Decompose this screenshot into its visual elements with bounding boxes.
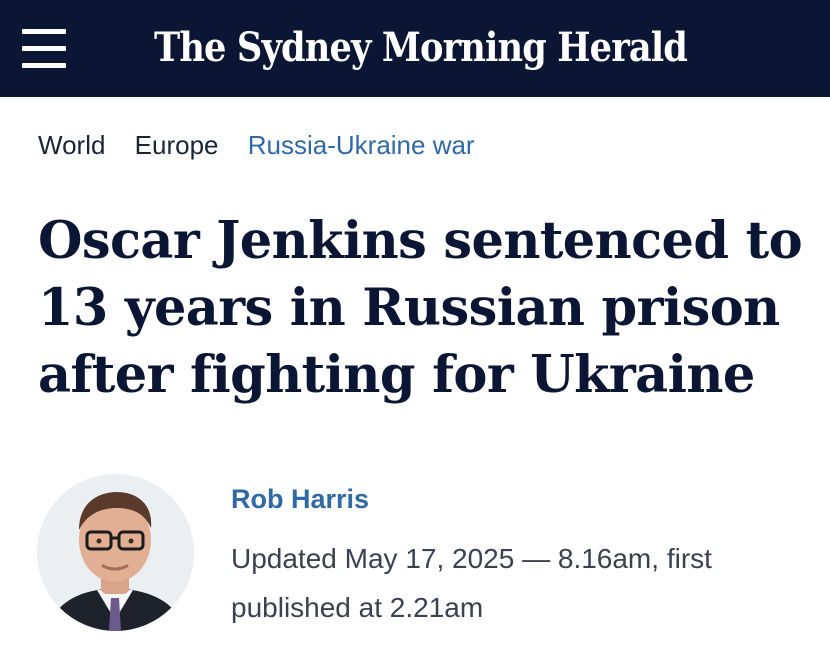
author-avatar[interactable] — [37, 474, 194, 631]
article-headline: Oscar Jenkins sentenced to 13 years in R… — [38, 211, 803, 405]
author-name-link[interactable]: Rob Harris — [231, 482, 369, 516]
author-photo — [37, 474, 194, 631]
site-header: The Sydney Morning Herald — [0, 0, 830, 97]
masthead-logo[interactable]: The Sydney Morning Herald — [154, 18, 688, 78]
hamburger-menu-icon[interactable] — [22, 29, 66, 69]
breadcrumb-world[interactable]: World — [38, 129, 105, 161]
breadcrumb-russia-ukraine-war[interactable]: Russia-Ukraine war — [248, 129, 475, 161]
article-timestamp: Updated May 17, 2025 — 8.16am, first pub… — [231, 543, 712, 623]
breadcrumb: World Europe Russia-Ukraine war — [38, 129, 497, 161]
breadcrumb-europe[interactable]: Europe — [135, 129, 219, 161]
